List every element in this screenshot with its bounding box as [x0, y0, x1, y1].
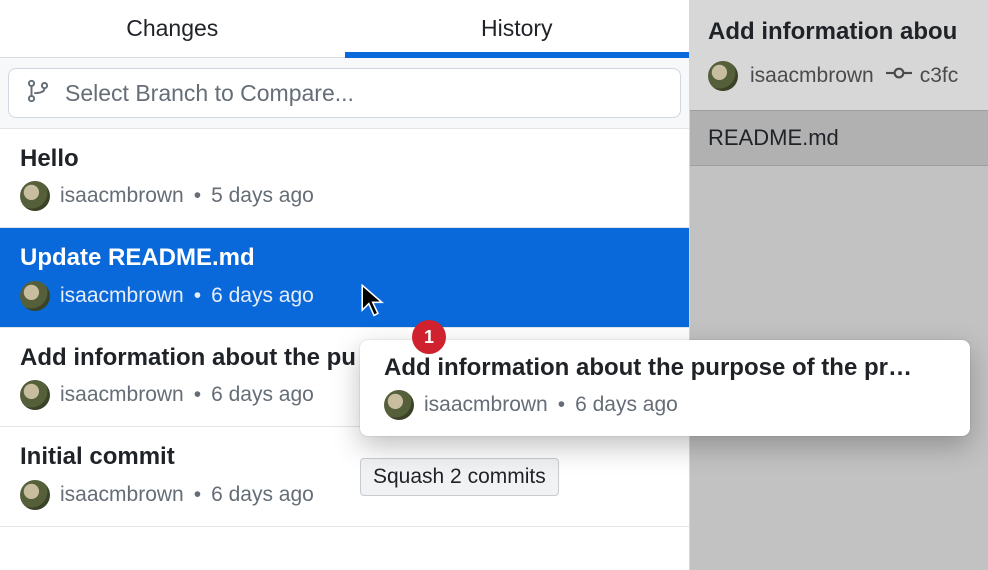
commit-time: 6 days ago [211, 284, 314, 308]
git-branch-icon [25, 78, 51, 109]
branch-compare-container: Select Branch to Compare... [0, 58, 689, 129]
tab-changes[interactable]: Changes [0, 0, 345, 57]
detail-author: isaacmbrown [750, 64, 874, 88]
commit-author: isaacmbrown [60, 483, 184, 507]
detail-file-row[interactable]: README.md [690, 110, 988, 166]
commit-author: isaacmbrown [60, 284, 184, 308]
tab-changes-label: Changes [126, 15, 218, 42]
drag-time: 6 days ago [575, 393, 678, 417]
squash-tooltip-text: Squash 2 commits [373, 465, 546, 488]
separator-dot: • [194, 284, 201, 308]
drag-title: Add information about the purpose of the… [384, 354, 950, 382]
detail-hash-text: c3fc [920, 64, 959, 88]
drag-meta: isaacmbrown • 6 days ago [384, 390, 950, 420]
tabs: Changes History [0, 0, 689, 58]
avatar [20, 181, 50, 211]
drag-badge: 1 [412, 320, 446, 354]
commit-author: isaacmbrown [60, 383, 184, 407]
avatar [20, 380, 50, 410]
commit-author: isaacmbrown [60, 184, 184, 208]
detail-header: Add information abou isaacmbrown c3fc [690, 0, 988, 110]
avatar [20, 281, 50, 311]
commit-meta: isaacmbrown • 6 days ago [20, 480, 669, 510]
avatar [708, 61, 738, 91]
separator-dot: • [558, 393, 565, 417]
detail-title: Add information abou [708, 18, 968, 46]
tab-history-label: History [481, 15, 553, 42]
commit-item[interactable]: Initial commit isaacmbrown • 6 days ago [0, 427, 689, 526]
commit-title: Initial commit [20, 441, 669, 473]
avatar [20, 480, 50, 510]
history-panel: Changes History Select Branch to Compare… [0, 0, 690, 570]
commit-time: 6 days ago [211, 383, 314, 407]
branch-compare-select[interactable]: Select Branch to Compare... [8, 68, 681, 118]
commit-icon [886, 60, 912, 92]
drag-badge-count: 1 [424, 327, 434, 348]
separator-dot: • [194, 184, 201, 208]
commit-list: Hello isaacmbrown • 5 days ago Update RE… [0, 129, 689, 527]
commit-item-selected[interactable]: Update README.md isaacmbrown • 6 days ag… [0, 228, 689, 327]
commit-time: 6 days ago [211, 483, 314, 507]
drag-author: isaacmbrown [424, 393, 548, 417]
commit-meta: isaacmbrown • 6 days ago [20, 281, 669, 311]
detail-hash: c3fc [886, 60, 959, 92]
commit-time: 5 days ago [211, 184, 314, 208]
commit-title: Update README.md [20, 242, 669, 274]
commit-meta: isaacmbrown • 5 days ago [20, 181, 669, 211]
commit-title: Hello [20, 143, 669, 175]
separator-dot: • [194, 383, 201, 407]
detail-filename: README.md [708, 125, 839, 150]
tab-history[interactable]: History [345, 0, 690, 57]
commit-item[interactable]: Hello isaacmbrown • 5 days ago [0, 129, 689, 228]
commit-detail-panel: Add information abou isaacmbrown c3fc RE… [690, 0, 988, 570]
squash-tooltip: Squash 2 commits [360, 458, 559, 496]
separator-dot: • [194, 483, 201, 507]
drag-preview-card: 1 Add information about the purpose of t… [360, 340, 970, 436]
branch-compare-placeholder: Select Branch to Compare... [65, 80, 354, 107]
avatar [384, 390, 414, 420]
detail-meta: isaacmbrown c3fc [708, 60, 968, 92]
